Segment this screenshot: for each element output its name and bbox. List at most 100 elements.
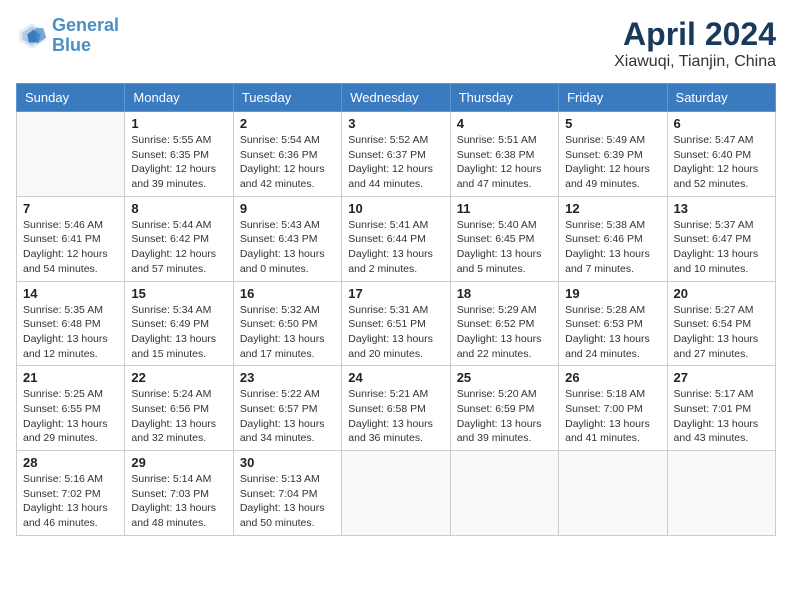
- day-info: Sunrise: 5:35 AMSunset: 6:48 PMDaylight:…: [23, 303, 118, 362]
- day-info: Sunrise: 5:25 AMSunset: 6:55 PMDaylight:…: [23, 387, 118, 446]
- day-info: Sunrise: 5:27 AMSunset: 6:54 PMDaylight:…: [674, 303, 769, 362]
- calendar-cell: 8 Sunrise: 5:44 AMSunset: 6:42 PMDaylight…: [125, 196, 233, 281]
- calendar-cell: 13 Sunrise: 5:37 AMSunset: 6:47 PMDayligh…: [667, 196, 775, 281]
- calendar-cell: 24 Sunrise: 5:21 AMSunset: 6:58 PMDayligh…: [342, 366, 450, 451]
- day-info: Sunrise: 5:22 AMSunset: 6:57 PMDaylight:…: [240, 387, 335, 446]
- calendar-cell: [450, 451, 558, 536]
- day-number: 21: [23, 370, 118, 385]
- calendar-cell: 12Sunrise: 5:38 AMSunset: 6:46 PMDayligh…: [559, 196, 667, 281]
- day-number: 26: [565, 370, 660, 385]
- calendar-cell: 18 Sunrise: 5:29 AMSunset: 6:52 PMDayligh…: [450, 281, 558, 366]
- day-info: Sunrise: 5:43 AMSunset: 6:43 PMDaylight:…: [240, 218, 335, 277]
- day-number: 13: [674, 201, 769, 216]
- day-number: 20: [674, 286, 769, 301]
- day-info: Sunrise: 5:46 AMSunset: 6:41 PMDaylight:…: [23, 218, 118, 277]
- calendar-cell: 3 Sunrise: 5:52 AMSunset: 6:37 PMDaylight…: [342, 112, 450, 197]
- calendar-cell: 9Sunrise: 5:43 AMSunset: 6:43 PMDaylight…: [233, 196, 341, 281]
- day-info: Sunrise: 5:31 AMSunset: 6:51 PMDaylight:…: [348, 303, 443, 362]
- day-info: Sunrise: 5:54 AMSunset: 6:36 PMDaylight:…: [240, 133, 335, 192]
- page-header: General Blue April 2024 Xiawuqi, Tianjin…: [16, 16, 776, 71]
- day-number: 5: [565, 116, 660, 131]
- calendar-cell: 11 Sunrise: 5:40 AMSunset: 6:45 PMDayligh…: [450, 196, 558, 281]
- day-number: 23: [240, 370, 335, 385]
- day-info: Sunrise: 5:52 AMSunset: 6:37 PMDaylight:…: [348, 133, 443, 192]
- day-info: Sunrise: 5:44 AMSunset: 6:42 PMDaylight:…: [131, 218, 226, 277]
- day-info: Sunrise: 5:37 AMSunset: 6:47 PMDaylight:…: [674, 218, 769, 277]
- day-number: 22: [131, 370, 226, 385]
- calendar-cell: 25 Sunrise: 5:20 AMSunset: 6:59 PMDayligh…: [450, 366, 558, 451]
- day-info: Sunrise: 5:32 AMSunset: 6:50 PMDaylight:…: [240, 303, 335, 362]
- calendar-cell: 7 Sunrise: 5:46 AMSunset: 6:41 PMDaylight…: [17, 196, 125, 281]
- calendar-week-row: 7 Sunrise: 5:46 AMSunset: 6:41 PMDaylight…: [17, 196, 776, 281]
- calendar-table: SundayMondayTuesdayWednesdayThursdayFrid…: [16, 83, 776, 536]
- day-number: 14: [23, 286, 118, 301]
- day-info: Sunrise: 5:13 AMSunset: 7:04 PMDaylight:…: [240, 472, 335, 531]
- day-info: Sunrise: 5:14 AMSunset: 7:03 PMDaylight:…: [131, 472, 226, 531]
- day-number: 25: [457, 370, 552, 385]
- subtitle: Xiawuqi, Tianjin, China: [614, 53, 776, 71]
- day-number: 17: [348, 286, 443, 301]
- calendar-cell: [559, 451, 667, 536]
- day-info: Sunrise: 5:51 AMSunset: 6:38 PMDaylight:…: [457, 133, 552, 192]
- calendar-cell: 21 Sunrise: 5:25 AMSunset: 6:55 PMDayligh…: [17, 366, 125, 451]
- day-number: 19: [565, 286, 660, 301]
- logo-icon: [16, 20, 48, 52]
- calendar-cell: 2 Sunrise: 5:54 AMSunset: 6:36 PMDaylight…: [233, 112, 341, 197]
- day-number: 18: [457, 286, 552, 301]
- calendar-cell: 10Sunrise: 5:41 AMSunset: 6:44 PMDayligh…: [342, 196, 450, 281]
- day-info: Sunrise: 5:24 AMSunset: 6:56 PMDaylight:…: [131, 387, 226, 446]
- calendar-cell: [17, 112, 125, 197]
- calendar-cell: 30 Sunrise: 5:13 AMSunset: 7:04 PMDayligh…: [233, 451, 341, 536]
- day-info: Sunrise: 5:55 AMSunset: 6:35 PMDaylight:…: [131, 133, 226, 192]
- day-number: 7: [23, 201, 118, 216]
- calendar-week-row: 21 Sunrise: 5:25 AMSunset: 6:55 PMDayligh…: [17, 366, 776, 451]
- day-number: 16: [240, 286, 335, 301]
- calendar-week-row: 14 Sunrise: 5:35 AMSunset: 6:48 PMDayligh…: [17, 281, 776, 366]
- logo-general: General: [52, 15, 119, 35]
- day-info: Sunrise: 5:49 AMSunset: 6:39 PMDaylight:…: [565, 133, 660, 192]
- calendar-cell: 28Sunrise: 5:16 AMSunset: 7:02 PMDayligh…: [17, 451, 125, 536]
- calendar-cell: 19 Sunrise: 5:28 AMSunset: 6:53 PMDayligh…: [559, 281, 667, 366]
- day-number: 12: [565, 201, 660, 216]
- calendar-cell: 15 Sunrise: 5:34 AMSunset: 6:49 PMDayligh…: [125, 281, 233, 366]
- day-number: 8: [131, 201, 226, 216]
- calendar-cell: 4 Sunrise: 5:51 AMSunset: 6:38 PMDaylight…: [450, 112, 558, 197]
- day-info: Sunrise: 5:34 AMSunset: 6:49 PMDaylight:…: [131, 303, 226, 362]
- day-info: Sunrise: 5:41 AMSunset: 6:44 PMDaylight:…: [348, 218, 443, 277]
- calendar-cell: 22 Sunrise: 5:24 AMSunset: 6:56 PMDayligh…: [125, 366, 233, 451]
- day-info: Sunrise: 5:29 AMSunset: 6:52 PMDaylight:…: [457, 303, 552, 362]
- day-number: 3: [348, 116, 443, 131]
- calendar-cell: 1 Sunrise: 5:55 AMSunset: 6:35 PMDaylight…: [125, 112, 233, 197]
- day-number: 27: [674, 370, 769, 385]
- calendar-cell: [342, 451, 450, 536]
- day-info: Sunrise: 5:18 AMSunset: 7:00 PMDaylight:…: [565, 387, 660, 446]
- calendar-cell: 27Sunrise: 5:17 AMSunset: 7:01 PMDayligh…: [667, 366, 775, 451]
- calendar-cell: 20 Sunrise: 5:27 AMSunset: 6:54 PMDayligh…: [667, 281, 775, 366]
- calendar-cell: 17 Sunrise: 5:31 AMSunset: 6:51 PMDayligh…: [342, 281, 450, 366]
- day-info: Sunrise: 5:20 AMSunset: 6:59 PMDaylight:…: [457, 387, 552, 446]
- day-number: 6: [674, 116, 769, 131]
- title-area: April 2024 Xiawuqi, Tianjin, China: [614, 16, 776, 71]
- calendar-header-sunday: Sunday: [17, 84, 125, 112]
- calendar-header-saturday: Saturday: [667, 84, 775, 112]
- calendar-header-thursday: Thursday: [450, 84, 558, 112]
- calendar-header-row: SundayMondayTuesdayWednesdayThursdayFrid…: [17, 84, 776, 112]
- day-number: 2: [240, 116, 335, 131]
- day-number: 29: [131, 455, 226, 470]
- day-number: 11: [457, 201, 552, 216]
- day-number: 4: [457, 116, 552, 131]
- day-info: Sunrise: 5:28 AMSunset: 6:53 PMDaylight:…: [565, 303, 660, 362]
- day-info: Sunrise: 5:21 AMSunset: 6:58 PMDaylight:…: [348, 387, 443, 446]
- day-info: Sunrise: 5:40 AMSunset: 6:45 PMDaylight:…: [457, 218, 552, 277]
- day-number: 1: [131, 116, 226, 131]
- day-number: 30: [240, 455, 335, 470]
- logo: General Blue: [16, 16, 119, 56]
- day-number: 15: [131, 286, 226, 301]
- calendar-week-row: 1 Sunrise: 5:55 AMSunset: 6:35 PMDaylight…: [17, 112, 776, 197]
- day-info: Sunrise: 5:16 AMSunset: 7:02 PMDaylight:…: [23, 472, 118, 531]
- day-number: 24: [348, 370, 443, 385]
- calendar-header-friday: Friday: [559, 84, 667, 112]
- calendar-cell: [667, 451, 775, 536]
- calendar-cell: 16 Sunrise: 5:32 AMSunset: 6:50 PMDayligh…: [233, 281, 341, 366]
- logo-blue: Blue: [52, 35, 91, 55]
